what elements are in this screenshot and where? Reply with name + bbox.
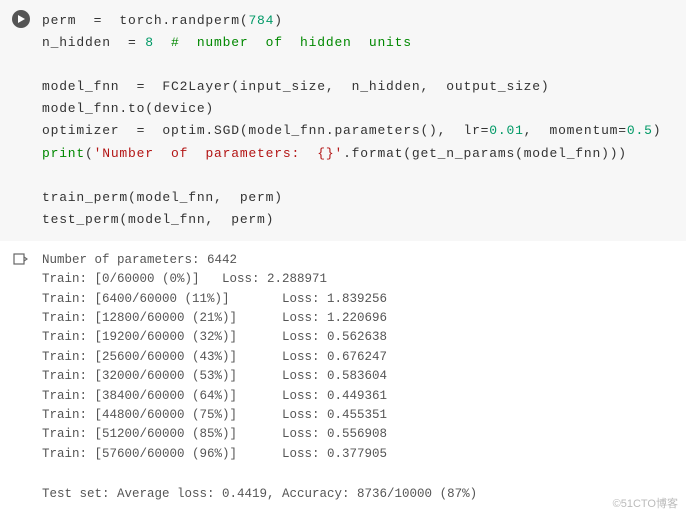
output-line: Train: [6400/60000 (11%)] Loss: 1.839256 bbox=[42, 290, 676, 309]
code-line: optimizer = optim.SGD(model_fnn.paramete… bbox=[42, 120, 676, 142]
output-line: Train: [25600/60000 (43%)] Loss: 0.67624… bbox=[42, 348, 676, 367]
code-cell[interactable]: perm = torch.randperm(784) n_hidden = 8 … bbox=[0, 0, 686, 241]
output-line: Train: [51200/60000 (85%)] Loss: 0.55690… bbox=[42, 425, 676, 444]
code-line: print('Number of parameters: {}'.format(… bbox=[42, 143, 676, 165]
code-line: model_fnn.to(device) bbox=[42, 98, 676, 120]
output-line: Train: [12800/60000 (21%)] Loss: 1.22069… bbox=[42, 309, 676, 328]
output-line: Train: [19200/60000 (32%)] Loss: 0.56263… bbox=[42, 328, 676, 347]
blank-line bbox=[42, 464, 676, 485]
run-button-icon[interactable] bbox=[12, 10, 30, 28]
code-line: test_perm(model_fnn, perm) bbox=[42, 209, 676, 231]
code-line: train_perm(model_fnn, perm) bbox=[42, 187, 676, 209]
output-line: Train: [38400/60000 (64%)] Loss: 0.44936… bbox=[42, 387, 676, 406]
output-line: Number of parameters: 6442 bbox=[42, 251, 676, 270]
output-cell: Number of parameters: 6442 Train: [0/600… bbox=[0, 241, 686, 515]
code-line: perm = torch.randperm(784) bbox=[42, 10, 676, 32]
output-line: Train: [44800/60000 (75%)] Loss: 0.45535… bbox=[42, 406, 676, 425]
code-line: n_hidden = 8 # number of hidden units bbox=[42, 32, 676, 54]
output-line: Test set: Average loss: 0.4419, Accuracy… bbox=[42, 485, 676, 504]
output-line: Train: [57600/60000 (96%)] Loss: 0.37790… bbox=[42, 445, 676, 464]
blank-line bbox=[42, 165, 676, 187]
output-line: Train: [32000/60000 (53%)] Loss: 0.58360… bbox=[42, 367, 676, 386]
output-icon bbox=[12, 251, 30, 269]
output-line: Train: [0/60000 (0%)] Loss: 2.288971 bbox=[42, 270, 676, 289]
code-line: model_fnn = FC2Layer(input_size, n_hidde… bbox=[42, 76, 676, 98]
blank-line bbox=[42, 54, 676, 76]
